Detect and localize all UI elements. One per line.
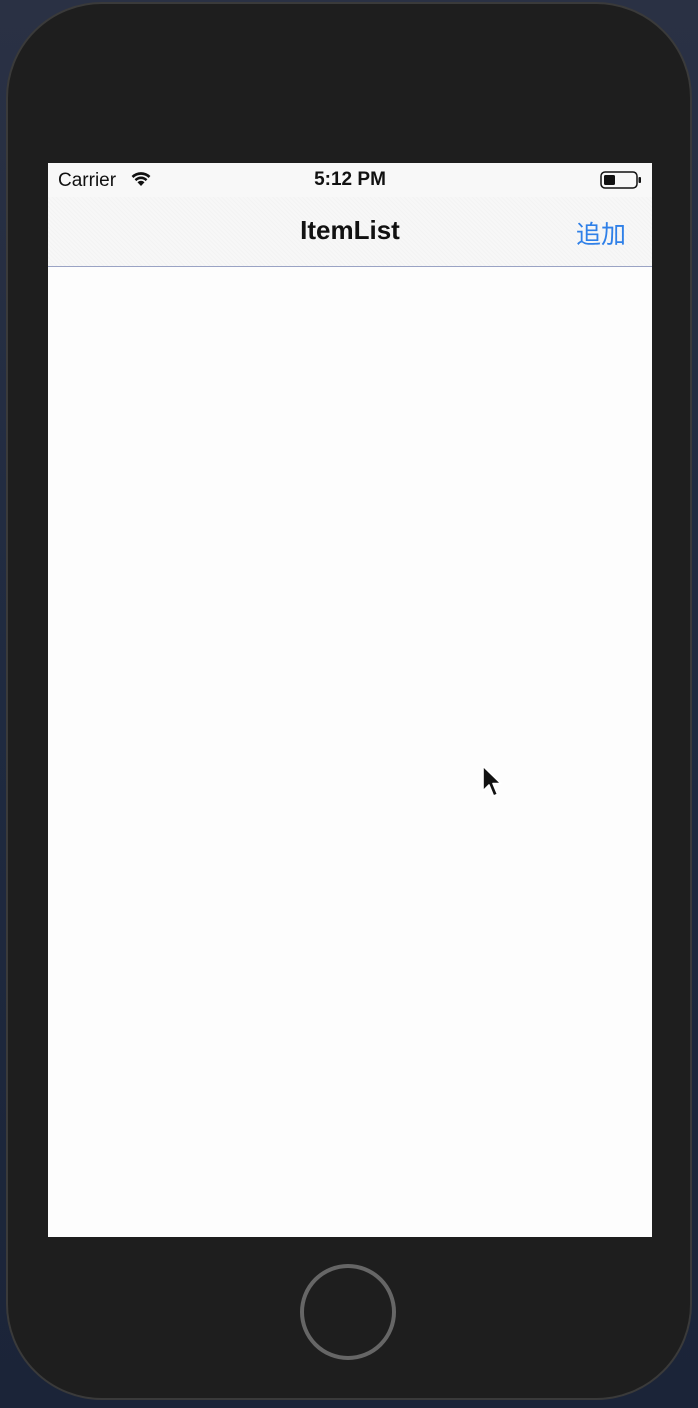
page-title: ItemList [300, 215, 400, 245]
home-button[interactable] [300, 1264, 396, 1360]
cursor-icon [482, 765, 502, 797]
status-bar: Carrier 5:12 PM [48, 163, 652, 197]
status-time: 5:12 PM [314, 169, 386, 190]
add-button[interactable]: 追加 [576, 215, 626, 251]
navigation-bar: ItemList 追加 [48, 197, 652, 267]
item-list-table[interactable] [48, 267, 652, 1237]
app-screen: Carrier 5:12 PM ItemList 追加 [48, 163, 652, 1237]
battery-icon [600, 171, 641, 189]
